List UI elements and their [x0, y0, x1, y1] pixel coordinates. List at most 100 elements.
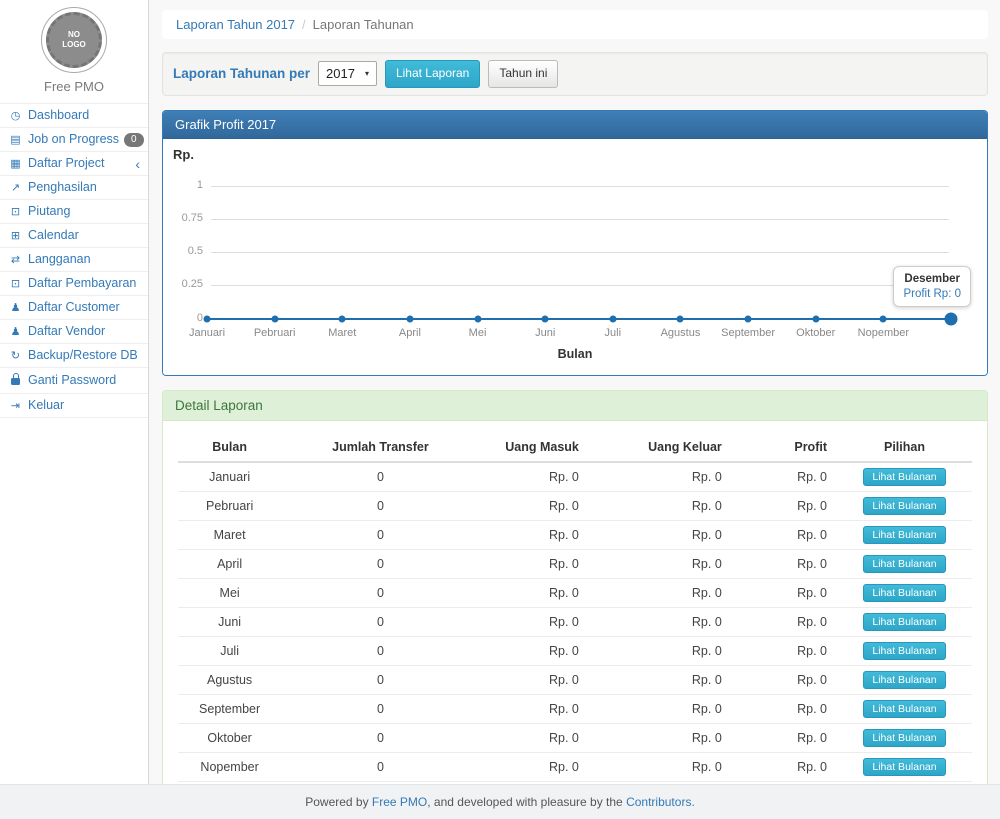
chart-x-axis-label: Bulan — [163, 347, 987, 361]
detail-panel-title: Detail Laporan — [163, 391, 987, 421]
lihat-laporan-button[interactable]: Lihat Laporan — [385, 60, 480, 88]
table-row: September0Rp. 0Rp. 0Rp. 0Lihat Bulanan — [178, 694, 972, 723]
contributors-link[interactable]: Contributors. — [626, 795, 695, 809]
line-chart-icon: ↗ — [8, 180, 23, 195]
table-cell: 0 — [281, 549, 480, 578]
sidebar-item-label: Keluar — [28, 398, 64, 413]
chart-line — [207, 318, 951, 320]
table-cell: Oktober — [178, 723, 281, 752]
data-point-agustus — [677, 315, 684, 322]
free-pmo-link[interactable]: Free PMO — [372, 795, 427, 809]
lihat-bulanan-button[interactable]: Lihat Bulanan — [863, 642, 945, 660]
filter-label: Laporan Tahunan per — [173, 66, 310, 81]
table-row: Maret0Rp. 0Rp. 0Rp. 0Lihat Bulanan — [178, 520, 972, 549]
table-cell: 0 — [281, 491, 480, 520]
lihat-bulanan-button[interactable]: Lihat Bulanan — [863, 729, 945, 747]
data-point-maret — [339, 315, 346, 322]
sidebar-item-daftar-vendor[interactable]: ♟Daftar Vendor — [0, 320, 148, 344]
sidebar-item-piutang[interactable]: ⊡Piutang — [0, 200, 148, 224]
breadcrumb: Laporan Tahun 2017 / Laporan Tahunan — [162, 10, 988, 39]
table-cell: Lihat Bulanan — [837, 491, 972, 520]
lihat-bulanan-button[interactable]: Lihat Bulanan — [863, 700, 945, 718]
table-row: Januari0Rp. 0Rp. 0Rp. 0Lihat Bulanan — [178, 462, 972, 492]
table-cell: 0 — [281, 752, 480, 781]
sidebar-item-ganti-password[interactable]: Ganti Password — [0, 368, 148, 394]
table-cell: Rp. 0 — [591, 520, 734, 549]
table-cell: Lihat Bulanan — [837, 549, 972, 578]
x-tick-label: Nopember — [858, 327, 909, 339]
sidebar-item-penghasilan[interactable]: ↗Penghasilan — [0, 176, 148, 200]
tooltip-value: Profit Rp: 0 — [903, 288, 961, 300]
y-tick-label: 0.5 — [163, 245, 203, 257]
detail-table: Bulan Jumlah Transfer Uang Masuk Uang Ke… — [178, 433, 972, 784]
table-cell: Mei — [178, 578, 281, 607]
footer-text: Powered by Free PMO, and developed with … — [305, 795, 695, 809]
table-cell: Rp. 0 — [591, 694, 734, 723]
lihat-bulanan-button[interactable]: Lihat Bulanan — [863, 584, 945, 602]
y-tick-label: 1 — [163, 179, 203, 191]
sidebar-item-daftar-customer[interactable]: ♟Daftar Customer — [0, 296, 148, 320]
data-point-mei — [474, 315, 481, 322]
sidebar-item-label: Piutang — [28, 204, 70, 219]
detail-panel-body: Bulan Jumlah Transfer Uang Masuk Uang Ke… — [163, 421, 987, 784]
dashboard-icon: ◷ — [8, 108, 23, 123]
x-tick-label: Maret — [328, 327, 356, 339]
table-cell: Rp. 0 — [734, 752, 837, 781]
table-cell: Lihat Bulanan — [837, 607, 972, 636]
lihat-bulanan-button[interactable]: Lihat Bulanan — [863, 497, 945, 515]
sidebar-item-label: Backup/Restore DB — [28, 348, 138, 363]
table-cell: Rp. 0 — [591, 752, 734, 781]
table-cell: Nopember — [178, 752, 281, 781]
table-row: Agustus0Rp. 0Rp. 0Rp. 0Lihat Bulanan — [178, 665, 972, 694]
table-cell: 0 — [281, 723, 480, 752]
data-point-juni — [542, 315, 549, 322]
lihat-bulanan-button[interactable]: Lihat Bulanan — [863, 671, 945, 689]
column-header: Profit — [734, 433, 837, 462]
table-cell: 0 — [281, 578, 480, 607]
table-row: April0Rp. 0Rp. 0Rp. 0Lihat Bulanan — [178, 549, 972, 578]
sidebar-item-daftar-project[interactable]: ▦Daftar Project‹ — [0, 152, 148, 176]
no-logo-seal-icon: NO LOGO — [46, 12, 102, 68]
app-logo[interactable]: NO LOGO — [41, 7, 107, 73]
sidebar: NO LOGO Free PMO ◷Dashboard▤Job on Progr… — [0, 0, 149, 784]
lihat-bulanan-button[interactable]: Lihat Bulanan — [863, 758, 945, 776]
table-cell: Rp. 0 — [734, 694, 837, 723]
table-cell: Rp. 0 — [480, 665, 591, 694]
table-cell: Rp. 0 — [480, 607, 591, 636]
sidebar-item-label: Daftar Pembayaran — [28, 276, 136, 291]
gridline — [211, 186, 949, 187]
sidebar-item-langganan[interactable]: ⇄Langganan — [0, 248, 148, 272]
table-cell: Rp. 0 — [591, 607, 734, 636]
tahun-ini-button[interactable]: Tahun ini — [488, 60, 558, 88]
table-cell: Rp. 0 — [734, 665, 837, 694]
table-cell: 0 — [281, 520, 480, 549]
year-select[interactable]: 2017 ▾ — [318, 61, 377, 86]
table-cell: Rp. 0 — [734, 607, 837, 636]
sidebar-item-keluar[interactable]: ⇥Keluar — [0, 394, 148, 418]
table-cell: Rp. 0 — [734, 491, 837, 520]
data-point-september — [745, 315, 752, 322]
breadcrumb-separator: / — [302, 17, 306, 32]
sidebar-item-dashboard[interactable]: ◷Dashboard — [0, 104, 148, 128]
users-icon: ♟ — [8, 300, 23, 315]
sidebar-item-daftar-pembayaran[interactable]: ⊡Daftar Pembayaran — [0, 272, 148, 296]
data-point-pebruari — [271, 315, 278, 322]
chart-x-labels: JanuariPebruariMaretAprilMeiJuniJuliAgus… — [207, 327, 951, 341]
table-cell: Rp. 0 — [591, 549, 734, 578]
table-cell: Rp. 0 — [480, 549, 591, 578]
x-tick-label: Juni — [535, 327, 555, 339]
sidebar-item-label: Langganan — [28, 252, 91, 267]
breadcrumb-link[interactable]: Laporan Tahun 2017 — [176, 17, 295, 32]
lihat-bulanan-button[interactable]: Lihat Bulanan — [863, 613, 945, 631]
sidebar-item-calendar[interactable]: ⊞Calendar — [0, 224, 148, 248]
table-cell: Rp. 0 — [591, 636, 734, 665]
sidebar-item-backup-restore-db[interactable]: ↻Backup/Restore DB — [0, 344, 148, 368]
sidebar-item-job-on-progress[interactable]: ▤Job on Progress0 — [0, 128, 148, 152]
lihat-bulanan-button[interactable]: Lihat Bulanan — [863, 468, 945, 486]
logo-text: NO LOGO — [60, 30, 88, 50]
data-point-oktober — [812, 315, 819, 322]
table-row: Oktober0Rp. 0Rp. 0Rp. 0Lihat Bulanan — [178, 723, 972, 752]
lihat-bulanan-button[interactable]: Lihat Bulanan — [863, 526, 945, 544]
column-header: Pilihan — [837, 433, 972, 462]
lihat-bulanan-button[interactable]: Lihat Bulanan — [863, 555, 945, 573]
